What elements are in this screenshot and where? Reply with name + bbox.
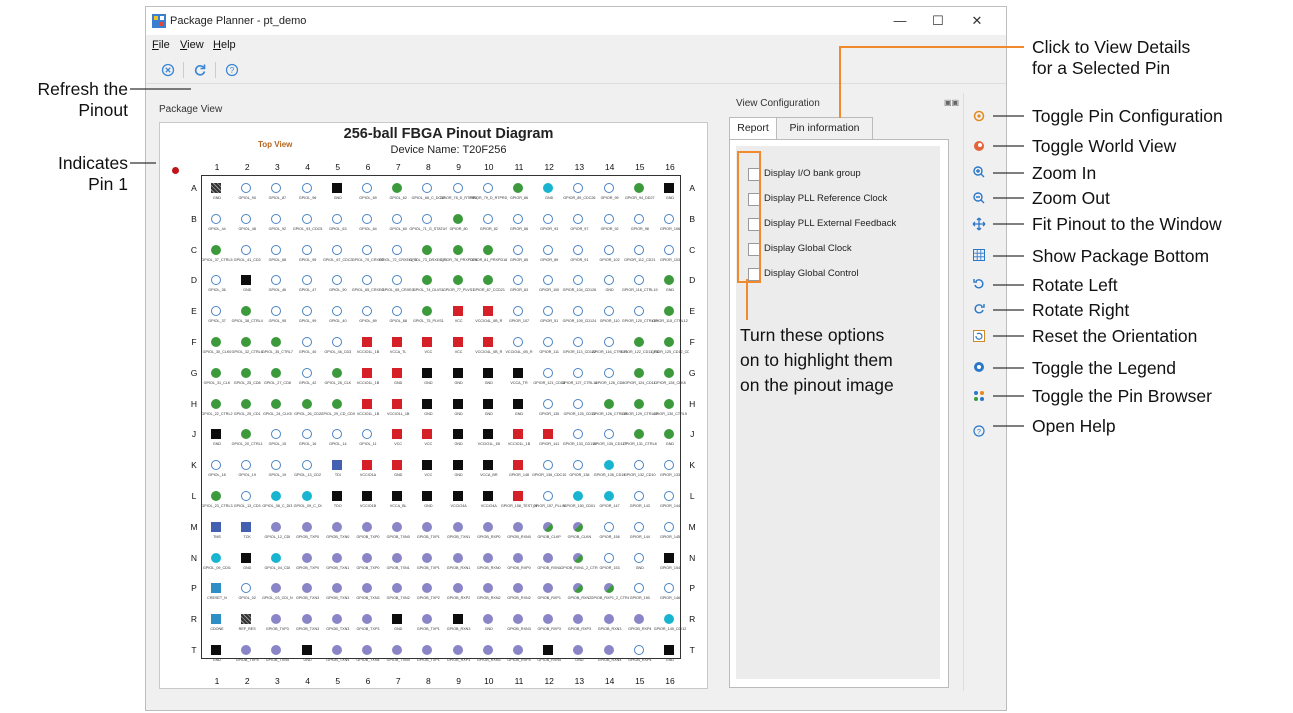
annotation-pin-browser: Toggle the Pin Browser [1032, 386, 1212, 406]
annotation-pin-configuration: Toggle Pin Configuration [1032, 106, 1223, 126]
annotation-open-help: Open Help [1032, 416, 1116, 436]
annotation-refresh: Refresh the Pinout [37, 79, 128, 120]
annotation-reset-orientation: Reset the Orientation [1032, 326, 1198, 346]
annotation-zoom-in: Zoom In [1032, 163, 1097, 183]
annotation-fit-window: Fit Pinout to the Window [1032, 214, 1222, 234]
annotation-options: Turn these options on to highlight them … [740, 325, 894, 395]
annotation-world-view: Toggle World View [1032, 136, 1177, 156]
annotation-legend: Toggle the Legend [1032, 358, 1177, 378]
annotation-rotate-right: Rotate Right [1032, 300, 1130, 320]
annotation-zoom-out: Zoom Out [1032, 188, 1110, 208]
annotation-details: Click to View Details for a Selected Pin [1032, 37, 1191, 78]
annotation-rotate-left: Rotate Left [1032, 275, 1118, 295]
annotation-package-bottom: Show Package Bottom [1032, 246, 1210, 266]
annotation-pin1: Indicates Pin 1 [57, 153, 128, 194]
